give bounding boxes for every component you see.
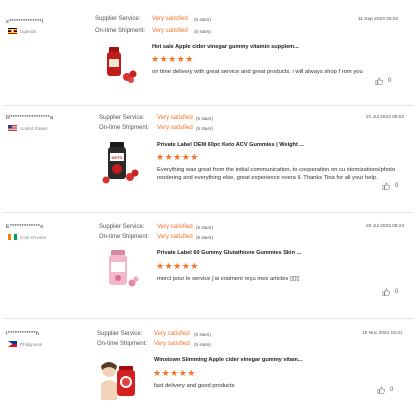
buyer-name: R*****************a [6, 115, 54, 121]
buyer-name: E*************o [6, 224, 44, 230]
philippines-flag-icon [8, 341, 17, 347]
supplier-service-label: Supplier Service: [97, 331, 143, 337]
shipment-rating: Very satisfied [157, 125, 193, 131]
svg-text:KETO: KETO [111, 155, 122, 160]
product-thumbnail[interactable] [97, 356, 141, 400]
supplier-service-stars: (5 stars) [196, 225, 213, 230]
rating-stars: ★★★★★ [156, 261, 199, 271]
like-button[interactable]: 0 [382, 288, 398, 296]
supplier-service-stars: (5 stars) [196, 116, 213, 121]
shipment-label: On-time Shipment: [95, 28, 146, 34]
shipment-label: On-time Shipment: [99, 234, 150, 240]
product-title[interactable]: Hot sale Apple cider vinegar gummy vitam… [152, 44, 299, 50]
review-comment: on time delivery with great service and … [152, 69, 363, 75]
buyer-country: United States [8, 125, 48, 131]
like-count: 0 [395, 289, 399, 295]
product-title[interactable]: Private Label OEM 60pc Keto ACV Gummies … [157, 142, 304, 148]
thumbs-up-icon [382, 182, 390, 190]
supplier-service-rating: Very satisfied [154, 331, 190, 337]
buyer-name: s**************l [6, 19, 44, 25]
rating-stars: ★★★★★ [151, 54, 194, 64]
shipment-label: On-time Shipment: [99, 125, 150, 131]
review-date: 11 Sep 2023 05:04 [358, 17, 399, 22]
thumbs-up-icon [375, 77, 383, 85]
supplier-service-rating: Very satisfied [157, 224, 193, 230]
usa-flag-icon [8, 125, 17, 131]
review-comment: fast delivery and good products [154, 383, 235, 389]
shipment-rating: Very satisfied [154, 341, 190, 347]
country-name: Philippines [20, 341, 43, 347]
supplier-service-rating: Very satisfied [152, 16, 188, 22]
review-divider [4, 212, 414, 213]
review-divider [4, 105, 414, 106]
uganda-flag-icon [8, 28, 17, 34]
shipment-stars: (5 stars) [194, 342, 211, 347]
shipment-stars: (5 stars) [194, 29, 211, 34]
shipment-rating: Very satisfied [152, 28, 188, 34]
review-comment: merci pour le service j'ai vraiment reçu… [157, 276, 300, 282]
rating-stars: ★★★★★ [156, 152, 199, 162]
cote-divoire-flag-icon [8, 234, 17, 240]
buyer-name: I************h [6, 331, 40, 337]
supplier-service-label: Supplier Service: [95, 16, 141, 22]
like-count: 0 [390, 387, 394, 393]
review-date: 19 Nov 2023 16:31 [362, 331, 403, 336]
product-thumbnail[interactable] [100, 247, 144, 291]
product-title[interactable]: Private Label 60 Gummy Glutathione Gummi… [157, 250, 301, 256]
shipment-stars: (5 stars) [196, 235, 213, 240]
supplier-service-label: Supplier Service: [99, 115, 145, 121]
country-name: Cote D'Ivoire [20, 234, 47, 240]
rating-stars: ★★★★★ [153, 368, 196, 378]
thumbs-up-icon [382, 288, 390, 296]
shipment-label: On-time Shipment: [97, 341, 148, 347]
country-name: United States [20, 125, 48, 131]
buyer-country: Cote D'Ivoire [8, 234, 46, 240]
thumbs-up-icon [377, 386, 385, 394]
like-count: 0 [388, 78, 392, 84]
supplier-service-rating: Very satisfied [157, 115, 193, 121]
review-date: 21 Jul 2023 09:02 [366, 115, 405, 120]
product-thumbnail[interactable] [101, 43, 145, 87]
shipment-rating: Very satisfied [157, 234, 193, 240]
review-divider [4, 318, 414, 319]
product-thumbnail[interactable]: KETO [100, 139, 144, 184]
supplier-service-stars: (5 stars) [194, 332, 211, 337]
shipment-stars: (5 stars) [196, 126, 213, 131]
review-comment: Everything was great from the initial co… [157, 167, 396, 181]
buyer-country: Uganda [8, 28, 36, 34]
like-button[interactable]: 0 [377, 386, 393, 394]
buyer-country: Philippines [8, 341, 42, 347]
like-count: 0 [395, 183, 399, 189]
product-title[interactable]: Winstown Slimming Apple cider vinegar gu… [154, 357, 303, 363]
like-button[interactable]: 0 [382, 182, 398, 190]
supplier-service-stars: (5 stars) [194, 17, 211, 22]
review-date: 20 Jul 2023 09:24 [366, 224, 405, 229]
country-name: Uganda [20, 28, 37, 34]
like-button[interactable]: 0 [375, 77, 391, 85]
supplier-service-label: Supplier Service: [99, 224, 145, 230]
